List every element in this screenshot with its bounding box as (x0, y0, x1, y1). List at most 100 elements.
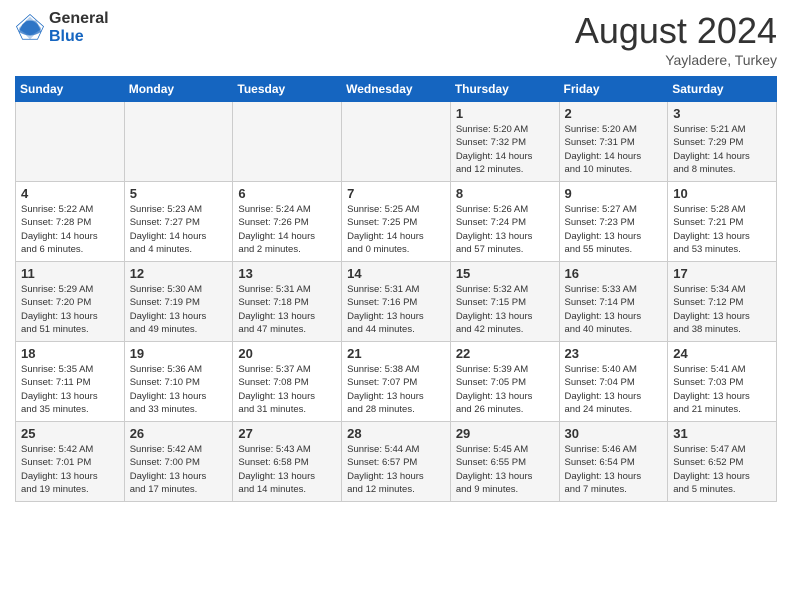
day-number-28: 28 (347, 426, 445, 441)
day-info-18: Sunrise: 5:35 AM Sunset: 7:11 PM Dayligh… (21, 363, 119, 416)
cell-week3-day0: 11 Sunrise: 5:29 AM Sunset: 7:20 PM Dayli… (16, 262, 125, 342)
header-row: Sunday Monday Tuesday Wednesday Thursday… (16, 77, 777, 102)
cell-week1-day3 (342, 102, 451, 182)
header-wednesday: Wednesday (342, 77, 451, 102)
day-info-3: Sunrise: 5:21 AM Sunset: 7:29 PM Dayligh… (673, 123, 771, 176)
logo-text: General Blue (49, 10, 109, 45)
day-number-27: 27 (238, 426, 336, 441)
day-number-26: 26 (130, 426, 228, 441)
day-info-27: Sunrise: 5:43 AM Sunset: 6:58 PM Dayligh… (238, 443, 336, 496)
header-monday: Monday (124, 77, 233, 102)
day-info-13: Sunrise: 5:31 AM Sunset: 7:18 PM Dayligh… (238, 283, 336, 336)
cell-week3-day2: 13 Sunrise: 5:31 AM Sunset: 7:18 PM Dayli… (233, 262, 342, 342)
cell-week5-day2: 27 Sunrise: 5:43 AM Sunset: 6:58 PM Dayli… (233, 422, 342, 502)
day-number-14: 14 (347, 266, 445, 281)
day-info-9: Sunrise: 5:27 AM Sunset: 7:23 PM Dayligh… (565, 203, 663, 256)
cell-week3-day3: 14 Sunrise: 5:31 AM Sunset: 7:16 PM Dayli… (342, 262, 451, 342)
day-info-25: Sunrise: 5:42 AM Sunset: 7:01 PM Dayligh… (21, 443, 119, 496)
day-info-24: Sunrise: 5:41 AM Sunset: 7:03 PM Dayligh… (673, 363, 771, 416)
week-row-2: 4Sunrise: 5:22 AM Sunset: 7:28 PM Daylig… (16, 182, 777, 262)
day-info-23: Sunrise: 5:40 AM Sunset: 7:04 PM Dayligh… (565, 363, 663, 416)
day-number-21: 21 (347, 346, 445, 361)
day-info-14: Sunrise: 5:31 AM Sunset: 7:16 PM Dayligh… (347, 283, 445, 336)
cell-week4-day4: 22 Sunrise: 5:39 AM Sunset: 7:05 PM Dayli… (450, 342, 559, 422)
day-number-18: 18 (21, 346, 119, 361)
day-info-10: Sunrise: 5:28 AM Sunset: 7:21 PM Dayligh… (673, 203, 771, 256)
cell-week4-day5: 23 Sunrise: 5:40 AM Sunset: 7:04 PM Dayli… (559, 342, 668, 422)
day-number-11: 11 (21, 266, 119, 281)
day-info-19: Sunrise: 5:36 AM Sunset: 7:10 PM Dayligh… (130, 363, 228, 416)
day-number-2: 2 (565, 106, 663, 121)
day-info-20: Sunrise: 5:37 AM Sunset: 7:08 PM Dayligh… (238, 363, 336, 416)
day-info-21: Sunrise: 5:38 AM Sunset: 7:07 PM Dayligh… (347, 363, 445, 416)
cell-week1-day4: 1Sunrise: 5:20 AM Sunset: 7:32 PM Daylig… (450, 102, 559, 182)
day-number-23: 23 (565, 346, 663, 361)
cell-week2-day6: 10 Sunrise: 5:28 AM Sunset: 7:21 PM Dayli… (668, 182, 777, 262)
day-number-3: 3 (673, 106, 771, 121)
day-number-29: 29 (456, 426, 554, 441)
cell-week5-day0: 25 Sunrise: 5:42 AM Sunset: 7:01 PM Dayli… (16, 422, 125, 502)
day-info-6: Sunrise: 5:24 AM Sunset: 7:26 PM Dayligh… (238, 203, 336, 256)
day-info-5: Sunrise: 5:23 AM Sunset: 7:27 PM Dayligh… (130, 203, 228, 256)
day-info-29: Sunrise: 5:45 AM Sunset: 6:55 PM Dayligh… (456, 443, 554, 496)
cell-week1-day2 (233, 102, 342, 182)
day-info-12: Sunrise: 5:30 AM Sunset: 7:19 PM Dayligh… (130, 283, 228, 336)
day-number-5: 5 (130, 186, 228, 201)
calendar-body: 1Sunrise: 5:20 AM Sunset: 7:32 PM Daylig… (16, 102, 777, 502)
day-number-20: 20 (238, 346, 336, 361)
cell-week4-day3: 21 Sunrise: 5:38 AM Sunset: 7:07 PM Dayli… (342, 342, 451, 422)
day-info-8: Sunrise: 5:26 AM Sunset: 7:24 PM Dayligh… (456, 203, 554, 256)
day-info-7: Sunrise: 5:25 AM Sunset: 7:25 PM Dayligh… (347, 203, 445, 256)
day-number-7: 7 (347, 186, 445, 201)
logo-icon (15, 13, 45, 43)
day-info-15: Sunrise: 5:32 AM Sunset: 7:15 PM Dayligh… (456, 283, 554, 336)
cell-week3-day1: 12 Sunrise: 5:30 AM Sunset: 7:19 PM Dayli… (124, 262, 233, 342)
location-subtitle: Yayladere, Turkey (575, 52, 777, 68)
month-title: August 2024 (575, 10, 777, 52)
header-sunday: Sunday (16, 77, 125, 102)
week-row-1: 1Sunrise: 5:20 AM Sunset: 7:32 PM Daylig… (16, 102, 777, 182)
cell-week1-day6: 3 Sunrise: 5:21 AM Sunset: 7:29 PM Daylig… (668, 102, 777, 182)
day-number-17: 17 (673, 266, 771, 281)
day-number-24: 24 (673, 346, 771, 361)
cell-week2-day4: 8 Sunrise: 5:26 AM Sunset: 7:24 PM Daylig… (450, 182, 559, 262)
cell-week2-day3: 7 Sunrise: 5:25 AM Sunset: 7:25 PM Daylig… (342, 182, 451, 262)
day-info-17: Sunrise: 5:34 AM Sunset: 7:12 PM Dayligh… (673, 283, 771, 336)
cell-week4-day1: 19Sunrise: 5:36 AM Sunset: 7:10 PM Dayli… (124, 342, 233, 422)
day-info-26: Sunrise: 5:42 AM Sunset: 7:00 PM Dayligh… (130, 443, 228, 496)
cell-week4-day0: 18 Sunrise: 5:35 AM Sunset: 7:11 PM Dayli… (16, 342, 125, 422)
logo: General Blue (15, 10, 109, 45)
week-row-4: 18 Sunrise: 5:35 AM Sunset: 7:11 PM Dayli… (16, 342, 777, 422)
day-info-30: Sunrise: 5:46 AM Sunset: 6:54 PM Dayligh… (565, 443, 663, 496)
day-info-4: Sunrise: 5:22 AM Sunset: 7:28 PM Dayligh… (21, 203, 119, 256)
day-info-22: Sunrise: 5:39 AM Sunset: 7:05 PM Dayligh… (456, 363, 554, 416)
cell-week1-day1 (124, 102, 233, 182)
header-saturday: Saturday (668, 77, 777, 102)
day-info-11: Sunrise: 5:29 AM Sunset: 7:20 PM Dayligh… (21, 283, 119, 336)
cell-week5-day4: 29 Sunrise: 5:45 AM Sunset: 6:55 PM Dayli… (450, 422, 559, 502)
day-number-25: 25 (21, 426, 119, 441)
calendar-header: Sunday Monday Tuesday Wednesday Thursday… (16, 77, 777, 102)
day-number-9: 9 (565, 186, 663, 201)
cell-week5-day1: 26 Sunrise: 5:42 AM Sunset: 7:00 PM Dayli… (124, 422, 233, 502)
day-number-10: 10 (673, 186, 771, 201)
day-info-1: Sunrise: 5:20 AM Sunset: 7:32 PM Dayligh… (456, 123, 554, 176)
cell-week2-day1: 5 Sunrise: 5:23 AM Sunset: 7:27 PM Daylig… (124, 182, 233, 262)
header-friday: Friday (559, 77, 668, 102)
day-number-22: 22 (456, 346, 554, 361)
cell-week2-day5: 9 Sunrise: 5:27 AM Sunset: 7:23 PM Daylig… (559, 182, 668, 262)
day-info-16: Sunrise: 5:33 AM Sunset: 7:14 PM Dayligh… (565, 283, 663, 336)
cell-week2-day2: 6Sunrise: 5:24 AM Sunset: 7:26 PM Daylig… (233, 182, 342, 262)
day-info-28: Sunrise: 5:44 AM Sunset: 6:57 PM Dayligh… (347, 443, 445, 496)
week-row-5: 25 Sunrise: 5:42 AM Sunset: 7:01 PM Dayli… (16, 422, 777, 502)
day-number-12: 12 (130, 266, 228, 281)
logo-general: General (49, 10, 109, 28)
day-number-8: 8 (456, 186, 554, 201)
header-tuesday: Tuesday (233, 77, 342, 102)
cell-week2-day0: 4Sunrise: 5:22 AM Sunset: 7:28 PM Daylig… (16, 182, 125, 262)
cell-week5-day6: 31Sunrise: 5:47 AM Sunset: 6:52 PM Dayli… (668, 422, 777, 502)
cell-week3-day6: 17 Sunrise: 5:34 AM Sunset: 7:12 PM Dayli… (668, 262, 777, 342)
cell-week5-day3: 28 Sunrise: 5:44 AM Sunset: 6:57 PM Dayli… (342, 422, 451, 502)
cell-week1-day5: 2Sunrise: 5:20 AM Sunset: 7:31 PM Daylig… (559, 102, 668, 182)
day-number-13: 13 (238, 266, 336, 281)
